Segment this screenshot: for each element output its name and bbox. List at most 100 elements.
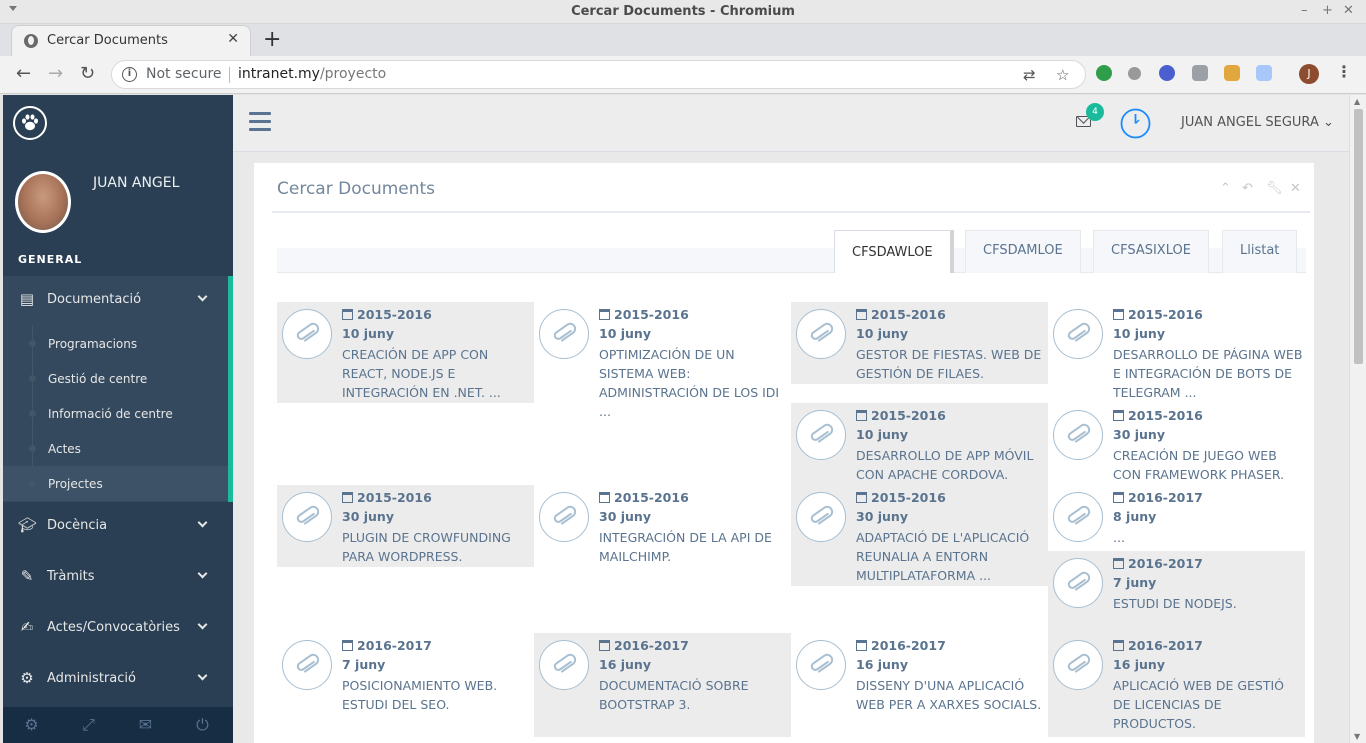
project-card[interactable]: 2015-2016 30 juny CREACIÓN DE JUEGO WEB CO… [1048, 403, 1305, 485]
tab-close-icon[interactable]: ✕ [227, 31, 239, 47]
project-title[interactable]: POSICIONAMIENTO WEB. ESTUDI DEL SEO. [342, 676, 532, 714]
collapse-icon[interactable]: ⌃ [1220, 181, 1231, 196]
menu-label: Administració [47, 671, 136, 686]
project-year-text: 2016-2017 [614, 638, 689, 653]
globe-icon [24, 34, 38, 48]
submenu-gestio-de-centre[interactable]: Gestió de centre [3, 361, 228, 396]
project-title[interactable]: ESTUDI DE NODEJS. [1113, 594, 1303, 613]
project-card[interactable]: 2016-2017 16 juny DOCUMENTACIÓ SOBRE BOOTS… [534, 633, 791, 737]
project-card[interactable]: 2016-2017 7 juny POSICIONAMIENTO WEB. ESTU… [277, 633, 534, 715]
menu-docencia[interactable]: 🎓︎ Docència [3, 504, 233, 546]
project-card[interactable]: 2015-2016 30 juny INTEGRACIÓN DE LA API DE… [534, 485, 791, 567]
menu-documentacio[interactable]: ▤ Documentació [3, 278, 233, 320]
info-icon[interactable]: i [122, 67, 137, 82]
hamburger-menu-icon[interactable] [249, 112, 271, 132]
page-scrollbar[interactable]: ▲ ▼ [1349, 95, 1366, 743]
profile-avatar[interactable]: J [1299, 64, 1319, 84]
docs-extension-icon[interactable] [1256, 65, 1272, 81]
project-card[interactable]: 2015-2016 10 juny DESARROLLO DE PÁGINA WEB… [1048, 302, 1305, 403]
project-title[interactable]: CREACIÓN DE JUEGO WEB CON FRAMEWORK PHAS… [1113, 446, 1303, 484]
vue-extension-icon[interactable] [1192, 65, 1208, 81]
project-card[interactable]: 2016-2017 16 juny DISSENY D'UNA APLICACIÓ … [791, 633, 1048, 737]
browser-tab[interactable]: Cercar Documents ✕ [11, 25, 251, 56]
menu-tramits[interactable]: ✎ Tràmits [3, 555, 233, 597]
project-title[interactable]: GESTOR DE FIESTAS. WEB DE GESTIÓN DE FIL… [856, 345, 1046, 383]
project-card[interactable]: 2016-2017 16 juny APLICACIÓ WEB DE GESTIÓ … [1048, 633, 1305, 737]
project-year: 2015-2016 [856, 408, 946, 423]
project-year-text: 2015-2016 [871, 490, 946, 505]
user-dropdown[interactable]: JUAN ANGEL SEGURA ⌄ [1181, 115, 1334, 130]
project-title[interactable]: DESARROLLO DE APP MÓVIL CON APACHE CORDO… [856, 446, 1046, 484]
translate-icon[interactable]: ⇄ [1023, 66, 1036, 84]
panel-close-icon[interactable]: ✕ [1290, 181, 1301, 196]
r-extension-icon[interactable] [1159, 65, 1175, 81]
project-title[interactable]: INTEGRACIÓN DE LA API DE MAILCHIMP. [599, 528, 789, 566]
back-icon[interactable]: ← [16, 63, 31, 84]
fullscreen-icon[interactable]: ⤢ [60, 715, 117, 735]
evernote-extension-icon[interactable] [1096, 65, 1112, 81]
project-title[interactable]: ... [1113, 528, 1303, 547]
wrench-icon[interactable]: 🔧︎ [1266, 181, 1283, 196]
browser-menu-icon[interactable]: ⋮ [1336, 62, 1352, 81]
extension-icon[interactable] [1128, 67, 1141, 80]
project-title[interactable]: OPTIMIZACIÓN DE UN SISTEMA WEB: ADMINIST… [599, 345, 789, 421]
project-title[interactable]: DISSENY D'UNA APLICACIÓ WEB PER A XARXES… [856, 676, 1046, 714]
calendar-icon [342, 640, 353, 651]
submenu-actes[interactable]: Actes [3, 431, 228, 466]
project-title[interactable]: DESARROLLO DE PÁGINA WEB E INTEGRACIÓN D… [1113, 345, 1303, 402]
security-status[interactable]: Not secure [146, 66, 222, 82]
project-card[interactable]: 2015-2016 10 juny OPTIMIZACIÓN DE UN SISTE… [534, 302, 791, 422]
menu-label: Tràmits [47, 569, 95, 584]
tab-cfsdamloe[interactable]: CFSDAMLOE [965, 230, 1081, 273]
menu-administracio[interactable]: ⚙ Administració [3, 657, 233, 699]
minimize-icon[interactable]: – [1301, 3, 1308, 18]
project-year: 2016-2017 [1113, 556, 1203, 571]
paperclip-icon [1053, 640, 1103, 690]
project-year: 2016-2017 [1113, 490, 1203, 505]
paw-logo-icon[interactable] [13, 106, 47, 140]
forward-icon[interactable]: → [48, 63, 63, 84]
project-card[interactable]: 2015-2016 10 juny CREACIÓN DE APP CON REAC… [277, 302, 534, 403]
project-date: 10 juny [1113, 326, 1165, 341]
url-text[interactable]: intranet.my/proyecto [238, 66, 386, 82]
project-title[interactable]: APLICACIÓ WEB DE GESTIÓ DE LICENCIAS DE … [1113, 676, 1303, 733]
submenu-informacio-de-centre[interactable]: Informació de centre [3, 396, 228, 431]
project-title[interactable]: CREACIÓN DE APP CON REACT, NODE.JS E INT… [342, 345, 532, 402]
scrollbar-thumb[interactable] [1354, 109, 1363, 364]
project-card[interactable]: 2015-2016 30 juny PLUGIN DE CROWFUNDING PA… [277, 485, 534, 567]
project-card[interactable]: 2015-2016 30 juny ADAPTACIÓ DE L'APLICACIÓ… [791, 485, 1048, 586]
project-title[interactable]: PLUGIN DE CROWFUNDING PARA WORDPRESS. [342, 528, 532, 566]
tab-llistat[interactable]: Llistat [1222, 230, 1298, 273]
tab-cfsasixloe[interactable]: CFSASIXLOE [1093, 230, 1209, 273]
new-tab-button[interactable]: + [263, 27, 281, 52]
settings-icon[interactable]: ⚙ [3, 715, 60, 734]
project-card[interactable]: 2015-2016 10 juny DESARROLLO DE APP MÓVIL … [791, 403, 1048, 485]
project-year: 2015-2016 [856, 490, 946, 505]
menu-actes-convocatories[interactable]: ✍ Actes/Convocatòries [3, 606, 233, 648]
submenu-projectes[interactable]: Projectes [3, 466, 228, 501]
power-icon[interactable]: ⏻ [174, 715, 231, 735]
scroll-up-icon[interactable]: ▲ [1354, 97, 1360, 106]
book-icon: ▤ [19, 290, 35, 308]
project-year: 2015-2016 [1113, 408, 1203, 423]
calendar-icon [856, 410, 867, 421]
submenu-programacions[interactable]: Programacions [3, 326, 228, 361]
envelope-icon[interactable]: ✉ [117, 715, 174, 734]
maximize-icon[interactable]: + [1322, 3, 1333, 18]
window-close-icon[interactable]: ✕ [1343, 3, 1354, 18]
tab-cfsdawloe[interactable]: CFSDAWLOE [834, 230, 954, 273]
reload-icon[interactable]: ↻ [80, 63, 95, 84]
bookmark-star-icon[interactable]: ☆ [1056, 66, 1069, 84]
undo-icon[interactable]: ↶ [1242, 181, 1253, 196]
project-title[interactable]: ADAPTACIÓ DE L'APLICACIÓ REUNALIA A ENTO… [856, 528, 1046, 585]
suitcase-extension-icon[interactable] [1224, 65, 1240, 81]
project-year-text: 2015-2016 [871, 307, 946, 322]
project-card[interactable]: 2016-2017 8 juny... [1048, 485, 1305, 551]
project-title[interactable]: DOCUMENTACIÓ SOBRE BOOTSTRAP 3. [599, 676, 789, 714]
project-card[interactable]: 2015-2016 10 juny GESTOR DE FIESTAS. WEB D… [791, 302, 1048, 384]
submenu-label: Actes [48, 442, 81, 456]
scroll-down-icon[interactable]: ▼ [1354, 732, 1360, 741]
clock-icon[interactable] [1120, 108, 1151, 139]
address-bar[interactable]: i Not secure intranet.my/proyecto ⇄ ☆ [111, 60, 1086, 89]
project-card[interactable]: 2016-2017 7 juny ESTUDI DE NODEJS. [1048, 551, 1305, 633]
